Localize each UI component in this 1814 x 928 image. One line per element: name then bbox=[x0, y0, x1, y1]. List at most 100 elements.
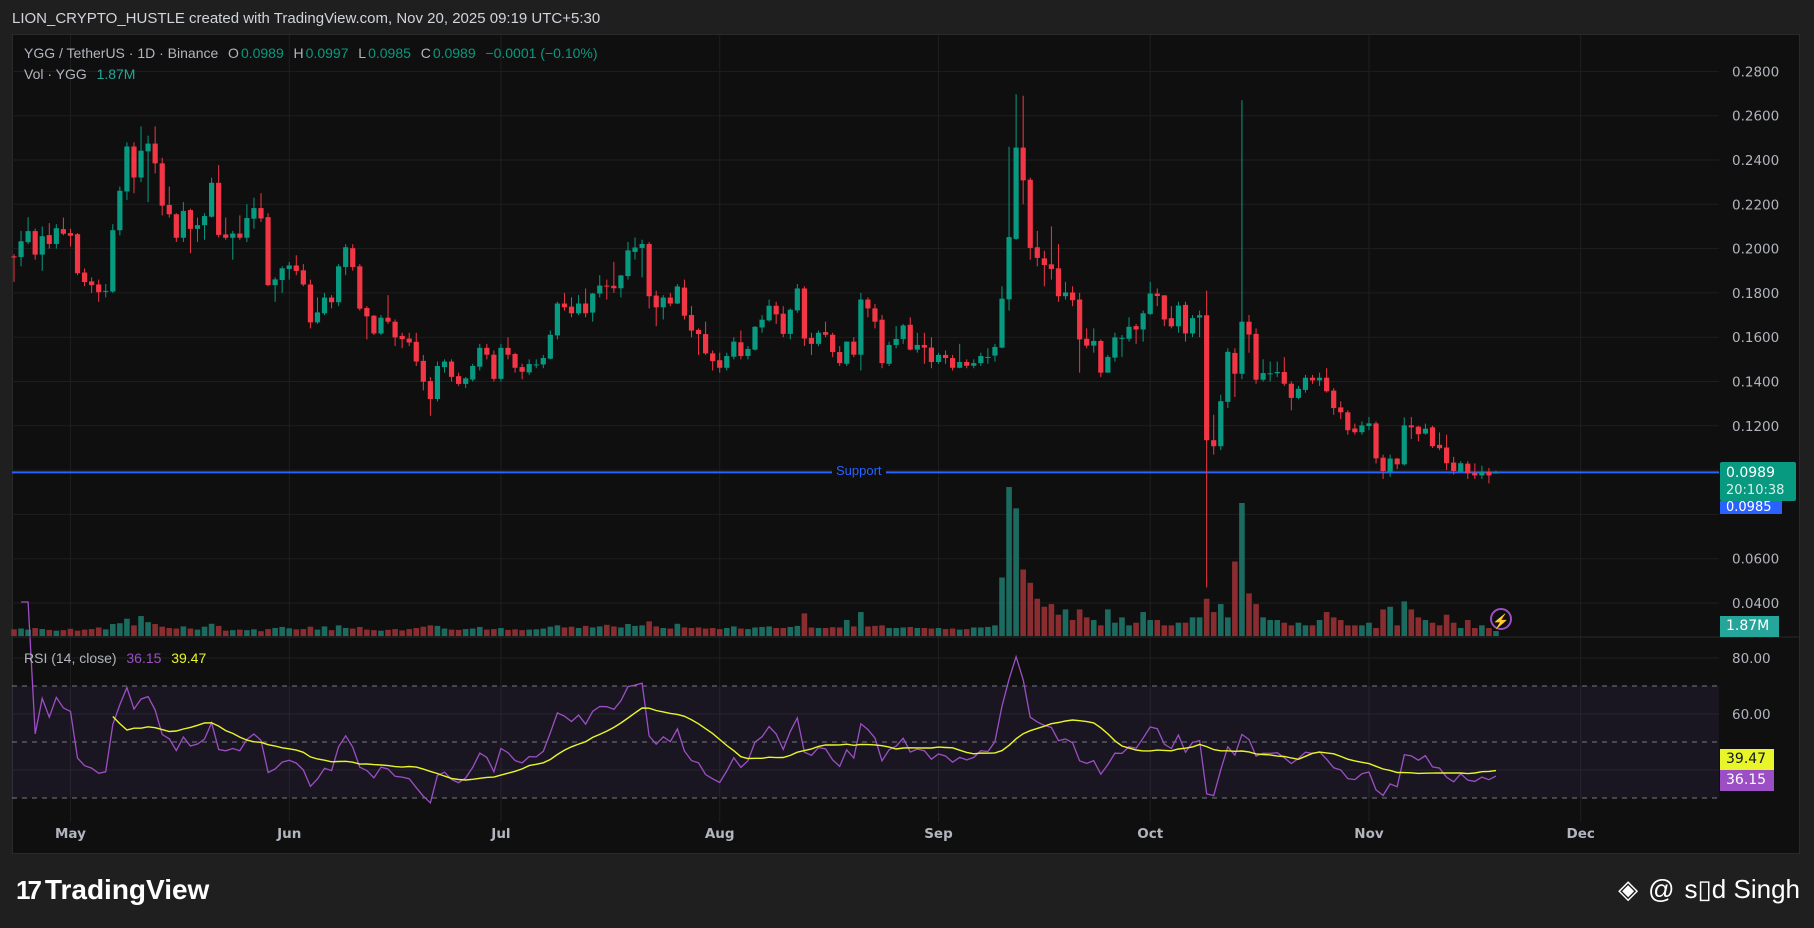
candle-body bbox=[1034, 247, 1040, 258]
high-label: H bbox=[293, 45, 304, 61]
month-label: Jun bbox=[276, 826, 301, 842]
volume-bar bbox=[1006, 487, 1012, 636]
volume-label: Vol · YGG bbox=[24, 66, 87, 82]
candle-body bbox=[272, 279, 278, 286]
candle-body bbox=[371, 315, 377, 334]
volume-bar bbox=[187, 628, 194, 636]
candle-body bbox=[1204, 315, 1210, 441]
candle-body bbox=[209, 182, 215, 217]
bar-countdown: 20:10:38 bbox=[1726, 483, 1785, 498]
candle-body bbox=[1415, 426, 1421, 435]
candle-body bbox=[11, 256, 17, 258]
volume-bar bbox=[420, 626, 427, 636]
candle-body bbox=[1288, 383, 1294, 398]
candle-body bbox=[815, 332, 822, 344]
volume-bar bbox=[985, 626, 991, 636]
candle-body bbox=[646, 243, 652, 297]
tradingview-mark-icon: 17 bbox=[16, 874, 42, 905]
candle-body bbox=[851, 341, 857, 355]
volume-bar bbox=[942, 629, 949, 636]
candle-body bbox=[611, 285, 617, 289]
candle-body bbox=[822, 332, 829, 335]
rsi-badge: 36.15 bbox=[1720, 770, 1774, 791]
candle-body bbox=[674, 286, 680, 304]
volume-bar bbox=[498, 628, 504, 636]
volume-bar bbox=[321, 626, 328, 636]
volume-bar bbox=[1408, 609, 1415, 636]
candle-body bbox=[477, 347, 483, 367]
candle-body bbox=[1479, 471, 1485, 476]
high-value: 0.0997 bbox=[305, 45, 349, 61]
candle-body bbox=[491, 354, 497, 379]
volume-bar bbox=[1443, 614, 1450, 636]
volume-bar bbox=[533, 629, 540, 636]
lightning-icon[interactable]: ⚡ bbox=[1490, 608, 1512, 630]
candle-body bbox=[1274, 371, 1280, 374]
volume-legend[interactable]: Vol · YGG 1.87M bbox=[24, 66, 137, 82]
tradingview-logo[interactable]: 17 TradingView bbox=[16, 874, 209, 906]
volume-value: 1.87M bbox=[96, 66, 136, 82]
candle-body bbox=[385, 317, 391, 322]
candle-body bbox=[533, 364, 539, 366]
price-chart[interactable]: 0.2800 0.2600 0.2400 0.2200 0.2000 0.1800 0.16… bbox=[0, 0, 1814, 928]
volume-bar bbox=[1373, 628, 1379, 636]
price-tick-label: 0.2200 bbox=[1732, 197, 1779, 213]
month-label: Nov bbox=[1354, 826, 1384, 842]
candle-body bbox=[660, 297, 666, 308]
candle-body bbox=[568, 306, 575, 314]
time-axis[interactable]: May Jun Jul Aug Sep Oct Nov Dec bbox=[55, 826, 1595, 842]
volume-bar bbox=[604, 624, 610, 636]
candle-body bbox=[343, 247, 349, 267]
symbol-legend[interactable]: YGG / TetherUS · 1D · Binance O 0.0989 H0… bbox=[24, 45, 600, 61]
volume-bar bbox=[215, 625, 222, 636]
volume-bar bbox=[780, 628, 787, 636]
volume-bar bbox=[865, 626, 871, 636]
volume-bar bbox=[67, 628, 74, 636]
candle-body bbox=[907, 324, 913, 350]
volume-bar bbox=[81, 629, 88, 636]
volume-bar bbox=[1083, 617, 1090, 636]
price-axis[interactable]: 0.2800 0.2600 0.2400 0.2200 0.2000 0.1800 0.16… bbox=[1732, 64, 1779, 612]
volume-bar bbox=[476, 626, 483, 636]
rsi-value: 36.15 bbox=[126, 650, 162, 666]
volume-bar bbox=[364, 629, 370, 636]
volume-bar bbox=[540, 628, 547, 636]
volume-bar bbox=[1062, 609, 1069, 636]
volume-bar bbox=[208, 623, 215, 636]
volume-bar bbox=[688, 628, 695, 636]
volume-bar bbox=[1203, 598, 1210, 636]
volume-bar bbox=[328, 630, 335, 636]
volume-bar bbox=[907, 626, 914, 636]
candle-body bbox=[399, 335, 405, 340]
volume-bar bbox=[568, 626, 575, 636]
candle-body bbox=[540, 358, 546, 365]
volume-bar bbox=[1337, 620, 1344, 636]
volume-bar bbox=[992, 625, 998, 636]
candle-body bbox=[1168, 318, 1174, 327]
price-tick-label: 0.2000 bbox=[1732, 242, 1779, 258]
candle-body bbox=[216, 182, 222, 235]
volume-bar bbox=[371, 630, 377, 636]
price-tick-label: 0.0400 bbox=[1732, 596, 1779, 612]
month-label: Dec bbox=[1566, 826, 1594, 842]
candle-body bbox=[604, 285, 610, 287]
volume-bar bbox=[1189, 617, 1196, 636]
rsi-legend[interactable]: RSI (14, close) 36.15 39.47 bbox=[24, 650, 208, 666]
volume-bar bbox=[145, 622, 151, 636]
volume-bar bbox=[1436, 625, 1443, 636]
support-label[interactable]: Support bbox=[832, 463, 886, 478]
volume-bar bbox=[32, 628, 38, 636]
symbol-info: YGG / TetherUS · 1D · Binance bbox=[24, 45, 219, 61]
volume-bar bbox=[286, 628, 293, 636]
candle-body bbox=[110, 230, 116, 292]
volume-bar bbox=[342, 628, 349, 636]
candle-body bbox=[67, 233, 74, 236]
candle-body bbox=[830, 334, 836, 353]
volume-bar bbox=[1069, 620, 1076, 636]
rsi-ma-badge: 39.47 bbox=[1720, 749, 1774, 770]
volume-bar bbox=[618, 627, 624, 636]
volume-bar bbox=[1055, 614, 1062, 636]
candle-body bbox=[710, 353, 716, 362]
volume-bar bbox=[491, 629, 497, 636]
candle-body bbox=[124, 146, 130, 192]
